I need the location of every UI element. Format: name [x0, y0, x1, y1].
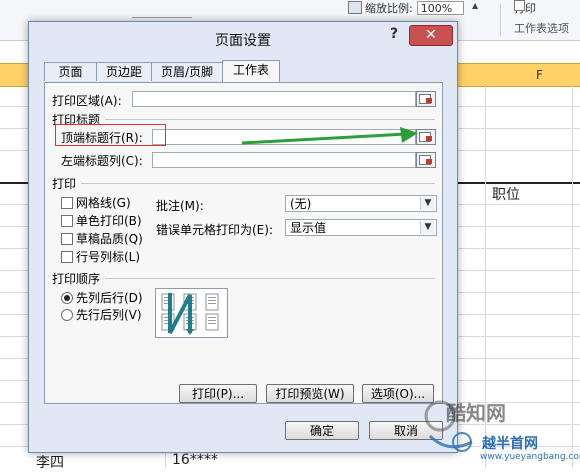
over-then-down-label: 先行后列(V): [76, 308, 142, 322]
zoom-spinner-icon[interactable]: ▲: [472, 1, 480, 11]
gridlines-checkbox[interactable]: [61, 197, 73, 209]
page-order-label: 打印顺序: [52, 272, 101, 286]
zoom-value[interactable]: 100%: [416, 1, 464, 15]
comments-select[interactable]: (无) ▼: [285, 195, 437, 212]
watermark-brand: 越半首网: [482, 436, 538, 452]
section-divider: [81, 183, 435, 184]
page-order-diagram-icon: [161, 293, 219, 335]
cell-job-title[interactable]: 职位: [492, 184, 520, 204]
comments-value: (无): [290, 197, 312, 211]
tab-margins[interactable]: 页边距: [96, 62, 152, 81]
left-cols-label: 左端标题列(C):: [61, 154, 143, 168]
row-col-headings-label: 行号列标(L): [76, 250, 141, 264]
annotation-arrow-icon: [241, 127, 418, 145]
print-button[interactable]: 打印(P)...: [179, 384, 257, 403]
page-setup-dialog: 页面设置 ? ✕ 页面 页边距 页眉/页脚 工作表 打印区域(A): 打印标题 …: [28, 21, 458, 453]
chevron-down-icon[interactable]: ▼: [420, 197, 435, 210]
section-divider: [105, 278, 435, 279]
chevron-down-icon[interactable]: ▼: [420, 221, 435, 234]
print-checkbox[interactable]: 打印: [514, 0, 536, 16]
zoom-icon: [348, 1, 362, 14]
cell-errors-label: 错误单元格打印为(E):: [156, 223, 273, 237]
cell-errors-select[interactable]: 显示值 ▼: [285, 219, 437, 236]
zoom-label: 缩放比例:: [365, 2, 413, 15]
help-button[interactable]: ?: [385, 26, 403, 44]
cell-name[interactable]: 李四: [36, 452, 64, 472]
range-icon-mark: [426, 98, 432, 103]
print-area-label: 打印区域(A):: [52, 94, 122, 108]
range-icon-mark: [426, 159, 432, 164]
comments-label: 批注(M):: [156, 199, 204, 213]
close-button[interactable]: ✕: [409, 25, 453, 46]
checkbox-icon: [514, 0, 525, 11]
column-f-header[interactable]: F: [536, 68, 543, 82]
black-white-checkbox[interactable]: [61, 215, 73, 227]
tab-page[interactable]: 页面: [44, 62, 97, 81]
tab-header-footer[interactable]: 页眉/页脚: [151, 62, 223, 81]
page-order-preview-icon: [155, 288, 228, 338]
zoom-control[interactable]: 缩放比例: 100%: [348, 0, 464, 15]
tab-sheet[interactable]: 工作表: [222, 60, 280, 82]
print-preview-button[interactable]: 打印预览(W): [266, 384, 354, 403]
black-white-label: 单色打印(B): [76, 214, 142, 228]
section-divider: [105, 119, 435, 120]
cell-phone[interactable]: 16****: [172, 452, 218, 468]
gridlines-label: 网格线(G): [76, 196, 131, 210]
ribbon-separator: [500, 4, 501, 36]
draft-quality-checkbox[interactable]: [61, 233, 73, 245]
dialog-titlebar[interactable]: 页面设置 ? ✕: [29, 22, 457, 52]
ribbon-divider: [132, 17, 192, 18]
down-then-over-label: 先列后行(D): [76, 291, 143, 305]
down-then-over-radio[interactable]: [61, 292, 73, 304]
print-section-label: 打印: [52, 177, 77, 191]
print-area-collapse-button[interactable]: [416, 91, 436, 107]
row-col-headings-checkbox[interactable]: [61, 251, 73, 263]
annotation-highlight-box: [55, 124, 166, 146]
over-then-down-radio[interactable]: [61, 309, 73, 321]
draft-quality-label: 草稿品质(Q): [76, 232, 143, 246]
watermark-url: www.yueyangbang.com: [480, 452, 580, 462]
sheet-options-group-label: 工作表选项: [514, 22, 569, 35]
watermark-name: 酷知网: [446, 401, 506, 425]
cell-errors-value: 显示值: [290, 221, 327, 235]
print-area-input[interactable]: [132, 91, 416, 107]
ok-button[interactable]: 确定: [285, 421, 359, 440]
